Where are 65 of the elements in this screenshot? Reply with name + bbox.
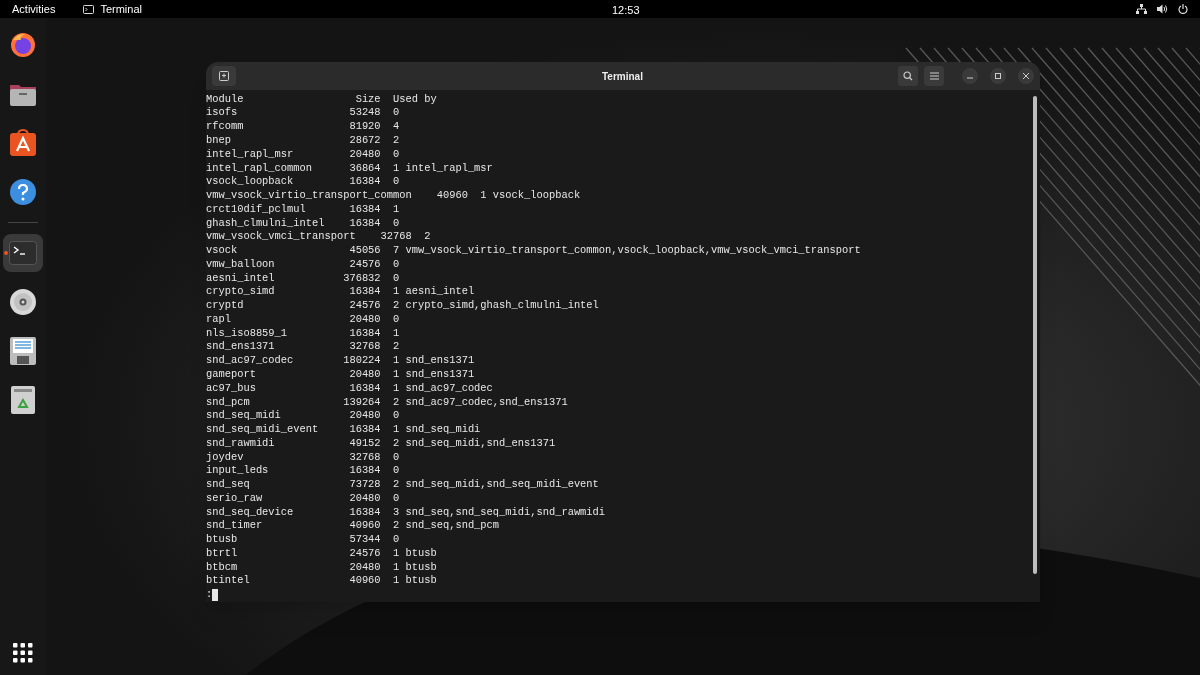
power-icon[interactable] [1178,4,1188,14]
help-icon[interactable] [9,178,37,206]
terminal-line: btintel 40960 1 btusb [206,574,438,589]
browser-icon[interactable] [9,31,37,59]
terminal-line: vmw_vsock_vmci_transport 32768 2 [206,230,432,245]
terminal-line: vsock 45056 7 vmw_vsock_virtio_transport_common,vsock_loopback,vmw_vsock_vmci_transport [206,244,862,258]
search-button[interactable] [898,65,918,86]
running-indicator [4,251,8,255]
scrollbar[interactable] [1033,95,1037,574]
terminal-line: ac97_bus 16384 1 snd_ac97_codec [206,381,494,396]
terminal-line: vmw_vsock_virtio_transport_common 40960 1 vsock_loopback [206,189,582,203]
prompt: : [206,588,213,602]
terminal-line: btusb 57344 0 [206,533,401,547]
terminal-line: vmw_balloon 24576 0 [206,257,401,272]
terminal-line: intel_rapl_common 36864 1 intel_rapl_msr [206,161,494,176]
maximize-icon [995,72,1001,79]
terminal-line: cryptd 24576 2 crypto_simd,ghash_clmulni_intel [206,299,600,313]
terminal-line: ghash_clmulni_intel 16384 0 [206,216,401,231]
terminal-line: snd_seq 73728 2 snd_seq_midi,snd_seq_midi_event [206,478,600,492]
disc-icon[interactable] [9,288,37,316]
app-menu-label[interactable]: Terminal [100,0,142,18]
terminal-line: joydev 32768 0 [206,450,401,465]
network-icon[interactable] [1136,4,1147,14]
terminal-line: aesni_intel 376832 0 [206,271,401,286]
terminal-line: bnep 28672 2 [206,133,401,148]
terminal-line: rapl 20480 0 [206,312,401,327]
terminal-line: serio_raw 20480 0 [206,491,401,506]
volume-icon[interactable] [1157,4,1168,14]
close-icon [1023,72,1029,79]
terminal-line: snd_seq_midi_event 16384 1 snd_seq_midi [206,423,482,437]
terminal-line: rfcomm 81920 4 [206,120,401,134]
terminal-line: snd_pcm 139264 2 snd_ac97_codec,snd_ens1371 [206,395,569,410]
terminal-app-icon [83,4,95,14]
window-title: Terminal [602,70,643,84]
terminal-line: isofs 53248 0 [206,106,401,121]
cursor [212,589,219,602]
terminal-line: snd_timer 40960 2 snd_seq,snd_pcm [206,519,501,534]
terminal-line: snd_ac97_codec 180224 1 snd_ens1371 [206,354,476,368]
close-button[interactable] [1018,67,1034,84]
menu-button[interactable] [924,65,944,86]
terminal-icon[interactable] [9,241,37,265]
terminal-line: nls_iso8859_1 16384 1 [206,326,401,341]
terminal-line: btbcm 20480 1 btusb [206,560,438,575]
activities-button[interactable]: Activities [12,0,56,18]
clock[interactable]: 12:53 [612,2,640,19]
terminal-line: input_leds 16384 0 [206,464,401,479]
search-icon [903,70,913,81]
new-tab-icon [219,70,229,81]
terminal-line: snd_ens1371 32768 2 [206,340,401,355]
terminal-line: vsock_loopback 16384 0 [206,175,401,190]
terminal-line: snd_seq_device 16384 3 snd_seq,snd_seq_midi,snd_rawmidi [206,505,607,520]
terminal-line: gameport 20480 1 snd_ens1371 [206,368,476,382]
app-grid-icon[interactable] [13,643,33,663]
terminal-line: crct10dif_pclmul 16384 1 [206,202,401,217]
terminal-line: crypto_simd 16384 1 aesni_intel [206,285,476,300]
new-tab-button[interactable] [212,65,236,86]
shopping-bag-icon[interactable] [9,129,37,157]
maximize-button[interactable] [990,67,1006,84]
menu-icon [929,71,939,80]
terminal-line: snd_seq_midi 20480 0 [206,409,401,424]
terminal-line: btrtl 24576 1 btusb [206,546,438,561]
terminal-line: Module Size Used by [206,92,438,107]
terminal-line: intel_rapl_msr 20480 0 [206,147,401,162]
minimize-button[interactable] [962,67,978,84]
terminal-line: snd_rawmidi 49152 2 snd_seq_midi,snd_ens1371 [206,436,557,451]
